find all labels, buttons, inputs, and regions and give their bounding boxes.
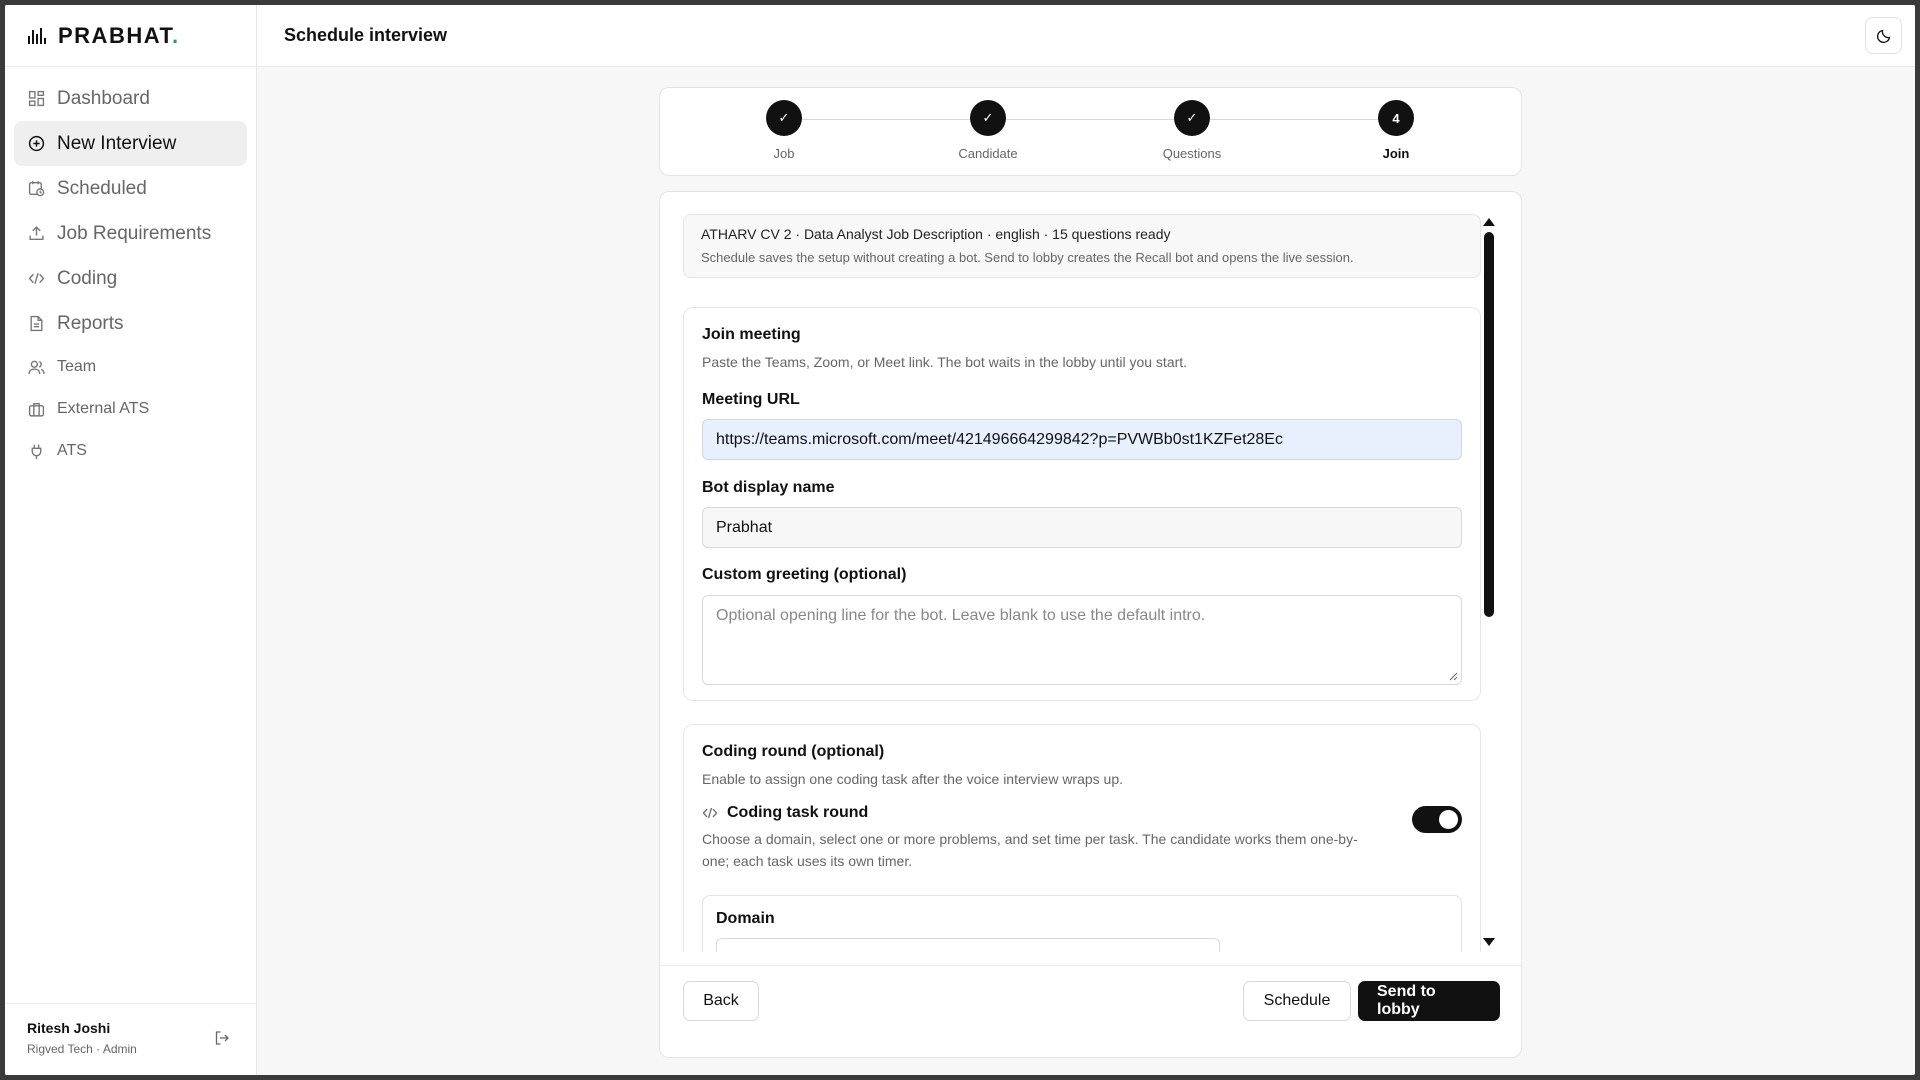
moon-icon [1876,29,1890,43]
step-number: 4 [1378,100,1414,136]
step-label: Join [1382,146,1410,161]
domain-label: Domain [716,910,775,927]
plug-icon [31,444,42,459]
step-label: Candidate [958,146,1018,161]
bars-logo-icon [28,27,46,44]
main-area: Schedule interview ✓ Job ✓ Candidate ✓ Q… [257,5,1915,1075]
greeting-label: Custom greeting (optional) [702,566,907,583]
sidebar-item-dashboard[interactable]: Dashboard [14,76,247,121]
topbar: Schedule interview [257,5,1915,67]
sidebar-nav: Dashboard New Interview Scheduled Job Re… [5,67,256,472]
document-icon [30,315,43,332]
step-questions[interactable]: ✓ Questions [1132,100,1252,161]
stepper-line [784,119,1401,120]
sidebar-item-label: Team [57,358,97,375]
meeting-url-label: Meeting URL [702,391,800,408]
check-icon: ✓ [970,100,1006,136]
dashboard-icon [28,90,45,107]
scroll-up-arrow-icon[interactable] [1483,218,1495,226]
meeting-url-input[interactable]: https://teams.microsoft.com/meet/4214966… [702,419,1462,460]
user-role: Rigved Tech · Admin [27,1042,137,1056]
sidebar-item-job-requirements[interactable]: Job Requirements [14,211,247,256]
brand-name: PRABHAT. [58,22,180,48]
sidebar-item-coding[interactable]: Coding [14,256,247,301]
sidebar-item-label: New Interview [57,132,177,154]
sidebar-item-label: Dashboard [57,87,150,109]
sidebar-item-label: Job Requirements [57,222,212,244]
coding-task-description: Choose a domain, select one or more prob… [702,831,1358,869]
check-icon: ✓ [1174,100,1210,136]
scroll-down-arrow-icon[interactable] [1483,938,1495,946]
section-description: Paste the Teams, Zoom, or Meet link. The… [702,354,1188,370]
summary-subtitle: Schedule saves the setup without creatin… [701,250,1354,265]
theme-toggle-button[interactable] [1865,17,1902,54]
sidebar-item-scheduled[interactable]: Scheduled [14,166,247,211]
join-meeting-section: Join meeting Paste the Teams, Zoom, or M… [683,307,1481,701]
schedule-button[interactable]: Schedule [1243,981,1351,1021]
send-to-lobby-button[interactable]: Send to lobby [1358,981,1500,1021]
section-title: Coding round (optional) [702,743,885,760]
page-title: Schedule interview [284,25,448,45]
back-button[interactable]: Back [683,981,759,1021]
sidebar-item-label: ATS [57,442,87,459]
scrollbar-thumb[interactable] [1484,232,1494,617]
sidebar-item-label: External ATS [57,400,150,417]
step-join[interactable]: 4 Join [1336,100,1456,161]
sidebar-item-team[interactable]: Team [14,346,247,388]
greeting-textarea[interactable]: Optional opening line for the bot. Leave… [702,595,1462,685]
plus-circle-icon [28,135,45,152]
bot-name-label: Bot display name [702,479,835,496]
greeting-placeholder: Optional opening line for the bot. Leave… [716,607,1206,624]
code-icon [702,807,718,819]
step-label: Questions [1162,146,1222,161]
brand[interactable]: PRABHAT. [5,5,256,67]
coding-round-section: Coding round (optional) Enable to assign… [683,724,1481,952]
user-profile: Ritesh Joshi Rigved Tech · Admin [5,1003,256,1075]
app-window: PRABHAT. Dashboard New Interview Schedul… [5,5,1915,1075]
join-step-card: ATHARV CV 2 · Data Analyst Job Descripti… [659,191,1522,1058]
stepper: ✓ Job ✓ Candidate ✓ Questions 4 Join [659,87,1522,176]
calendar-clock-icon [28,181,45,197]
check-icon: ✓ [766,100,802,136]
sidebar-item-external-ats[interactable]: External ATS [14,388,247,430]
briefcase-icon [28,402,45,417]
sidebar-item-ats[interactable]: ATS [14,430,247,472]
step-label: Job [773,146,795,161]
sidebar-item-label: Scheduled [57,177,147,199]
domain-box: Domain [702,895,1462,952]
scroll-area[interactable]: ATHARV CV 2 · Data Analyst Job Descripti… [660,192,1521,952]
step-job[interactable]: ✓ Job [724,100,844,161]
sidebar-item-reports[interactable]: Reports [14,301,247,346]
sidebar-item-label: Reports [57,312,124,334]
sidebar-item-label: Coding [57,267,118,289]
resize-handle-icon[interactable] [1449,672,1458,681]
action-footer: Back Schedule Send to lobby [660,965,1521,1057]
step-candidate[interactable]: ✓ Candidate [928,100,1048,161]
user-name: Ritesh Joshi [27,1020,111,1036]
coding-round-toggle[interactable] [1412,806,1462,833]
sidebar-item-new-interview[interactable]: New Interview [14,121,247,166]
sidebar: PRABHAT. Dashboard New Interview Schedul… [5,5,257,1075]
summary-title: ATHARV CV 2 · Data Analyst Job Descripti… [701,226,1171,242]
setup-summary: ATHARV CV 2 · Data Analyst Job Descripti… [683,214,1481,278]
coding-task-row: Coding task round [702,804,1462,822]
section-description: Enable to assign one coding task after t… [702,771,1124,787]
domain-select[interactable] [716,938,1220,952]
toggle-knob [1439,810,1458,829]
bot-name-input[interactable]: Prabhat [702,507,1462,548]
logout-icon[interactable] [214,1030,230,1046]
coding-task-label: Coding task round [727,804,869,821]
users-icon [28,360,45,374]
code-icon [28,272,45,285]
section-title: Join meeting [702,326,801,343]
upload-icon [29,226,44,241]
scrollbar[interactable] [1482,218,1496,946]
